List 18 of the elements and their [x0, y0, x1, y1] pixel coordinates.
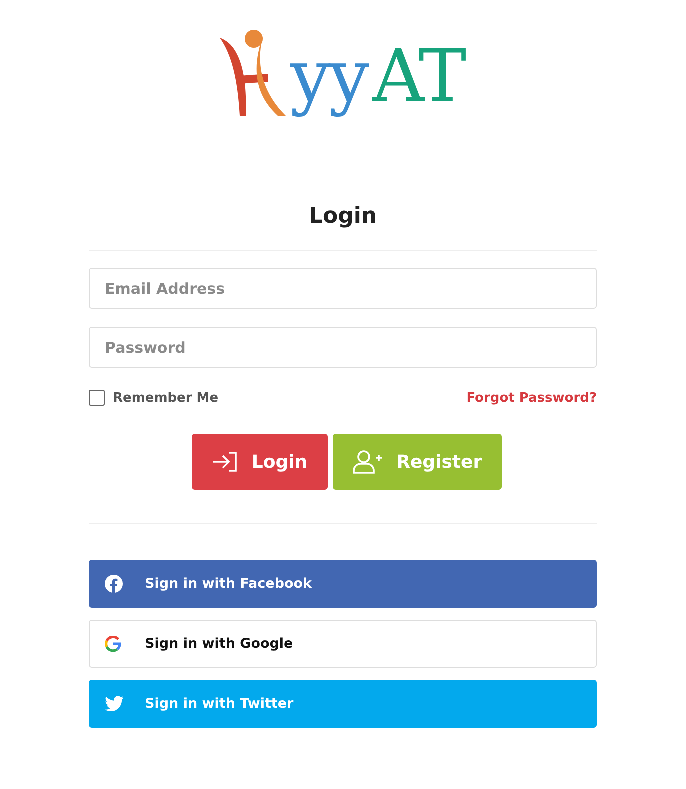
- logo-text: AT: [372, 40, 467, 118]
- facebook-icon: [105, 575, 123, 593]
- twitter-sign-in-button[interactable]: Sign in with Twitter: [89, 680, 597, 728]
- add-user-icon: [352, 450, 383, 474]
- google-sign-in-button[interactable]: Sign in with Google: [89, 620, 597, 668]
- forgot-password-link[interactable]: Forgot Password?: [466, 390, 597, 406]
- google-icon: [105, 636, 121, 652]
- login-heading: Login: [308, 204, 378, 231]
- figure-logo-icon: [218, 30, 288, 118]
- sign-in-icon: [212, 451, 238, 473]
- input-field[interactable]: Password: [89, 327, 597, 368]
- login-button[interactable]: Login: [192, 434, 328, 490]
- logo-text: yy: [290, 40, 370, 118]
- facebook-sign-in-button[interactable]: Sign in with Facebook: [89, 560, 597, 608]
- twitter-bird-icon: [105, 696, 124, 712]
- input-field[interactable]: Email Address: [89, 268, 597, 309]
- remember-me-label: Remember Me: [113, 390, 219, 406]
- remember-checkbox[interactable]: [89, 390, 105, 406]
